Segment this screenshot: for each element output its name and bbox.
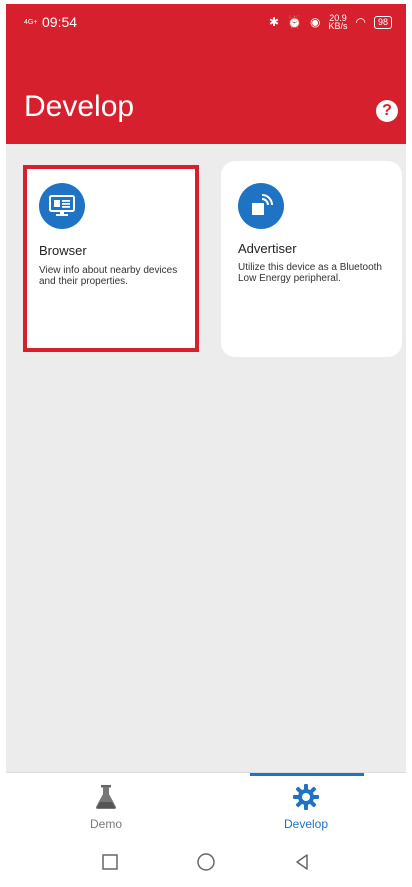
status-left: 4G+ 09:54: [24, 14, 77, 30]
nav-tab-develop[interactable]: Develop: [206, 773, 406, 843]
vibrate-icon: ◉: [310, 15, 321, 29]
help-circle-icon[interactable]: ?: [376, 100, 398, 122]
status-right: ✱ ⏰ ◉ 20.9 KB/s ◠ 98: [268, 13, 392, 31]
system-navigation-bar: [6, 842, 406, 882]
battery-indicator: 98: [373, 15, 392, 29]
advertiser-broadcast-icon: [238, 183, 284, 229]
gear-icon: [292, 783, 320, 811]
browser-card-description: View info about nearby devices and their…: [39, 265, 178, 287]
status-bar: 4G+ 09:54 ✱ ⏰ ◉ 20.9 KB/s ◠ 98: [6, 4, 406, 40]
nav-label-demo: Demo: [89, 817, 122, 831]
page-title: Develop: [24, 90, 135, 123]
advertiser-card[interactable]: Advertiser Utilize this device as a Blue…: [221, 161, 402, 357]
browser-card-title: Browser: [39, 243, 87, 258]
advertiser-card-description: Utilize this device as a Bluetooth Low E…: [238, 262, 382, 284]
advertiser-card-title: Advertiser: [238, 241, 297, 256]
bottom-navigation: Demo Develop: [6, 772, 406, 842]
develop-content: Browser View info about nearby devices a…: [6, 144, 406, 772]
flask-icon: [92, 783, 120, 811]
wifi-icon: ◠: [355, 15, 366, 29]
nav-label-develop: Develop: [283, 817, 329, 831]
network-indicator: 4G+: [24, 18, 38, 26]
network-speed: 20.9 KB/s: [328, 13, 348, 31]
home-circle-icon[interactable]: [196, 852, 216, 872]
app-header: 4G+ 09:54 ✱ ⏰ ◉ 20.9 KB/s ◠ 98 Develop ?: [6, 4, 406, 144]
active-tab-indicator: [250, 773, 364, 776]
bluetooth-icon: ✱: [268, 15, 280, 29]
browser-card[interactable]: Browser View info about nearby devices a…: [23, 165, 199, 352]
app-frame: 4G+ 09:54 ✱ ⏰ ◉ 20.9 KB/s ◠ 98 Develop ?: [6, 4, 406, 882]
back-triangle-icon[interactable]: [292, 852, 312, 872]
alarm-icon: ⏰: [287, 15, 302, 29]
browser-monitor-icon: [39, 183, 85, 229]
recents-square-icon[interactable]: [100, 852, 120, 872]
status-time: 09:54: [42, 14, 78, 30]
nav-tab-demo[interactable]: Demo: [6, 773, 206, 843]
